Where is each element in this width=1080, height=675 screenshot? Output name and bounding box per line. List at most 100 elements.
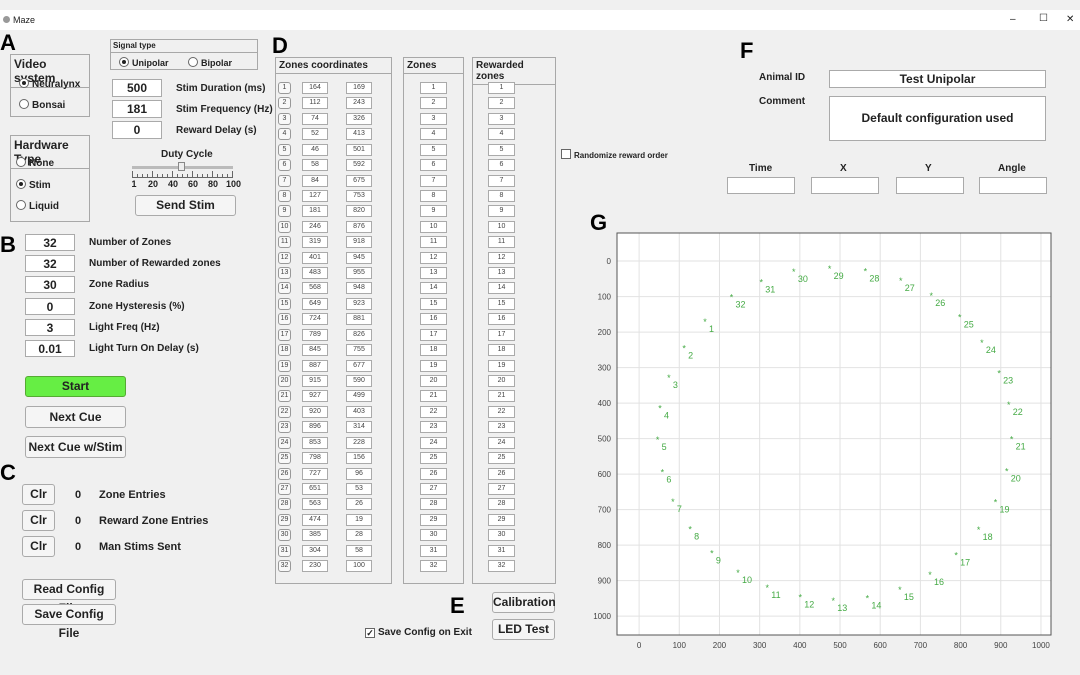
- led-test-button[interactable]: LED Test: [492, 619, 555, 640]
- zone-input[interactable]: 8: [420, 189, 447, 202]
- zone-x-input[interactable]: 164: [302, 82, 328, 94]
- zone-input[interactable]: 17: [420, 328, 447, 341]
- zone-x-input[interactable]: 915: [302, 374, 328, 387]
- rewarded-zone-input[interactable]: 29: [488, 513, 515, 526]
- zone-x-input[interactable]: 304: [302, 544, 328, 557]
- zone-x-input[interactable]: 84: [302, 174, 328, 187]
- zone-y-input[interactable]: 820: [346, 205, 372, 218]
- zone-input[interactable]: 5: [420, 143, 447, 156]
- zone-number-button[interactable]: 3: [278, 112, 291, 125]
- zone-x-input[interactable]: 727: [302, 467, 328, 480]
- zone-input[interactable]: 20: [420, 374, 447, 387]
- zone-number-button[interactable]: 23: [278, 421, 291, 434]
- rewarded-zone-input[interactable]: 5: [488, 143, 515, 156]
- zone-y-input[interactable]: 403: [346, 405, 372, 418]
- rewarded-zone-input[interactable]: 27: [488, 482, 515, 495]
- zone-x-input[interactable]: 798: [302, 452, 328, 465]
- rewarded-zone-input[interactable]: 1: [488, 82, 515, 94]
- zone-y-input[interactable]: 501: [346, 143, 372, 156]
- zone-y-input[interactable]: 918: [346, 236, 372, 249]
- zone-x-input[interactable]: 483: [302, 267, 328, 280]
- time-field[interactable]: [727, 177, 795, 194]
- rewarded-zone-input[interactable]: 15: [488, 297, 515, 310]
- radio-stim[interactable]: Stim: [16, 179, 51, 191]
- send-stim-button[interactable]: Send Stim: [135, 195, 236, 216]
- zone-x-input[interactable]: 246: [302, 220, 328, 233]
- zone-number-button[interactable]: 10: [278, 220, 291, 233]
- rewarded-zone-input[interactable]: 24: [488, 436, 515, 449]
- zone-input[interactable]: 22: [420, 405, 447, 418]
- zone-input[interactable]: 4: [420, 128, 447, 141]
- zone-input[interactable]: 30: [420, 529, 447, 542]
- zone-y-input[interactable]: 826: [346, 328, 372, 341]
- zone-number-button[interactable]: 32: [278, 560, 291, 573]
- rewarded-zone-input[interactable]: 9: [488, 205, 515, 218]
- zone-input[interactable]: 2: [420, 97, 447, 110]
- zone-y-input[interactable]: 58: [346, 544, 372, 557]
- next-cue-stim-button[interactable]: Next Cue w/Stim: [25, 436, 126, 458]
- zone-x-input[interactable]: 127: [302, 189, 328, 202]
- zone-y-input[interactable]: 228: [346, 436, 372, 449]
- zone-input[interactable]: 15: [420, 297, 447, 310]
- zone-x-input[interactable]: 474: [302, 513, 328, 526]
- zone-x-input[interactable]: 568: [302, 282, 328, 295]
- zone-number-button[interactable]: 11: [278, 236, 291, 249]
- zone-input[interactable]: 12: [420, 251, 447, 264]
- rewarded-zone-input[interactable]: 3: [488, 112, 515, 125]
- rewarded-zone-input[interactable]: 32: [488, 560, 515, 573]
- rewarded-zone-input[interactable]: 26: [488, 467, 515, 480]
- zone-number-button[interactable]: 25: [278, 452, 291, 465]
- zone-number-button[interactable]: 22: [278, 405, 291, 418]
- animal-id-input[interactable]: Test Unipolar: [829, 70, 1046, 88]
- zone-number-button[interactable]: 29: [278, 513, 291, 526]
- maximize-button[interactable]: ☐: [1039, 13, 1048, 24]
- zone-x-input[interactable]: 651: [302, 482, 328, 495]
- zone-number-button[interactable]: 28: [278, 498, 291, 511]
- rewarded-zone-input[interactable]: 11: [488, 236, 515, 249]
- zone-y-input[interactable]: 876: [346, 220, 372, 233]
- zone-input[interactable]: 16: [420, 313, 447, 326]
- rewarded-zone-input[interactable]: 18: [488, 344, 515, 357]
- zone-number-button[interactable]: 4: [278, 128, 291, 141]
- rewarded-zone-input[interactable]: 21: [488, 390, 515, 403]
- zone-y-input[interactable]: 955: [346, 267, 372, 280]
- zone-input[interactable]: 21: [420, 390, 447, 403]
- zone-y-input[interactable]: 314: [346, 421, 372, 434]
- zone-input[interactable]: 23: [420, 421, 447, 434]
- zone-input[interactable]: 11: [420, 236, 447, 249]
- save-config-button[interactable]: Save Config File: [22, 604, 116, 640]
- zone-x-input[interactable]: 230: [302, 560, 328, 573]
- rewarded-zone-input[interactable]: 14: [488, 282, 515, 295]
- zone-number-button[interactable]: 19: [278, 359, 291, 372]
- angle-field[interactable]: [979, 177, 1047, 194]
- zone-number-button[interactable]: 17: [278, 328, 291, 341]
- duty-cycle-slider-thumb[interactable]: [178, 162, 185, 171]
- zone-input[interactable]: 26: [420, 467, 447, 480]
- rewarded-zone-input[interactable]: 23: [488, 421, 515, 434]
- zone-input[interactable]: 31: [420, 544, 447, 557]
- zone-number-button[interactable]: 16: [278, 313, 291, 326]
- comment-input[interactable]: Default configuration used: [829, 96, 1046, 141]
- zone-y-input[interactable]: 948: [346, 282, 372, 295]
- zone-input[interactable]: 1: [420, 82, 447, 94]
- zone-x-input[interactable]: 920: [302, 405, 328, 418]
- zone-number-button[interactable]: 20: [278, 374, 291, 387]
- zone-x-input[interactable]: 319: [302, 236, 328, 249]
- reward-delay-input[interactable]: 0: [112, 121, 162, 139]
- zone-x-input[interactable]: 46: [302, 143, 328, 156]
- zone-number-button[interactable]: 27: [278, 482, 291, 495]
- zone-input[interactable]: 28: [420, 498, 447, 511]
- zone-input[interactable]: 27: [420, 482, 447, 495]
- zone-x-input[interactable]: 853: [302, 436, 328, 449]
- minimize-button[interactable]: –: [1010, 14, 1016, 25]
- zone-y-input[interactable]: 156: [346, 452, 372, 465]
- zone-input[interactable]: 24: [420, 436, 447, 449]
- param-input[interactable]: 0.01: [25, 340, 75, 357]
- zone-number-button[interactable]: 5: [278, 143, 291, 156]
- zone-x-input[interactable]: 649: [302, 297, 328, 310]
- zone-number-button[interactable]: 24: [278, 436, 291, 449]
- zone-y-input[interactable]: 675: [346, 174, 372, 187]
- clear-button[interactable]: Clr: [22, 484, 55, 505]
- zone-input[interactable]: 13: [420, 267, 447, 280]
- zone-x-input[interactable]: 52: [302, 128, 328, 141]
